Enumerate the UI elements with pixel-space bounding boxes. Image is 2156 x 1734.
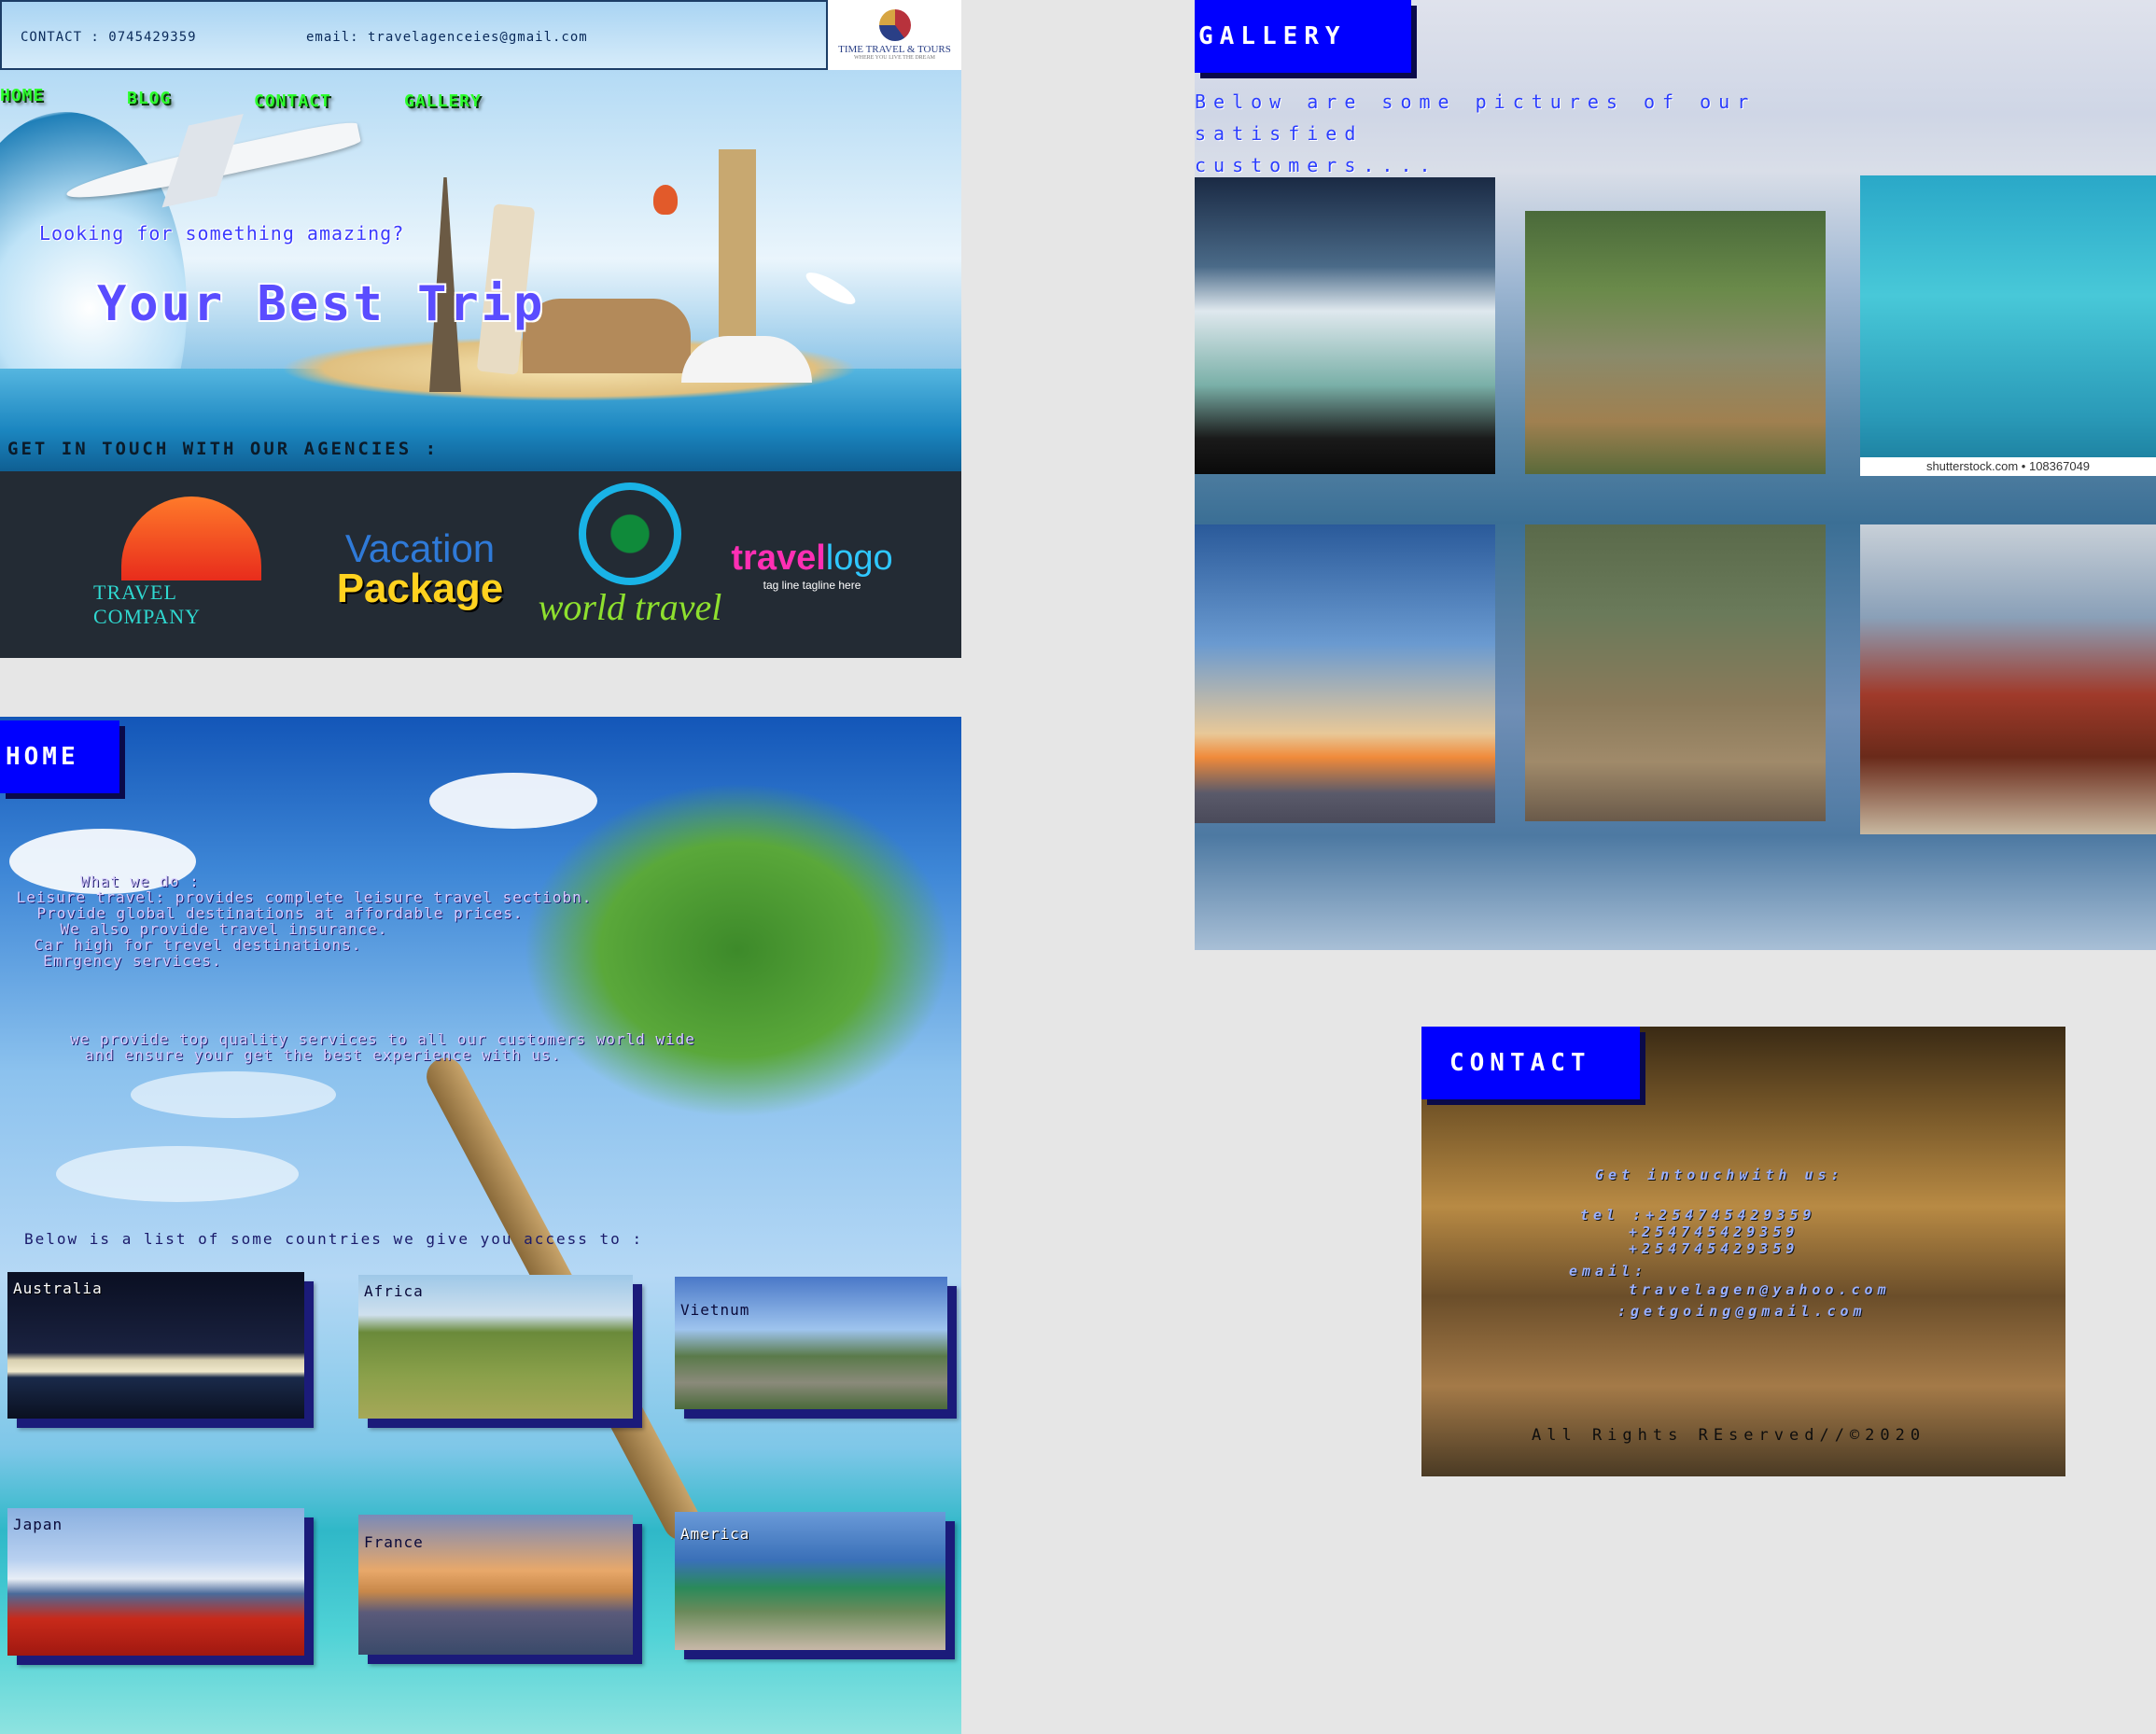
palm-leaves-graphic bbox=[523, 782, 952, 1118]
gallery-photo-safari[interactable] bbox=[1525, 211, 1826, 474]
colosseum-graphic bbox=[523, 299, 691, 373]
seagull-graphic bbox=[802, 267, 860, 310]
contact-badge-label: CONTACT bbox=[1449, 1049, 1591, 1077]
agency-travel-logo-tagline: tag line tagline here bbox=[763, 578, 861, 592]
countries-heading: Below is a list of some countries we giv… bbox=[24, 1230, 644, 1248]
shutterstock-watermark: shutterstock.com • 108367049 bbox=[1860, 457, 2156, 476]
contact-bar: CONTACT : 0745429359 email: travelagence… bbox=[0, 0, 828, 70]
agency-travel-logo-label: travellogo bbox=[731, 538, 892, 579]
balloon-graphic bbox=[653, 185, 678, 215]
agencies-strip: TRAVEL COMPANY Vacation Package world tr… bbox=[0, 471, 961, 658]
agency-travel-logo[interactable]: travellogo tag line tagline here bbox=[723, 509, 901, 621]
country-name: Japan bbox=[13, 1516, 63, 1533]
agency-travel-company[interactable]: TRAVEL COMPANY bbox=[93, 479, 289, 647]
country-card-america[interactable]: America bbox=[675, 1512, 945, 1650]
gallery-description: Below are some pictures of our satisfied… bbox=[1195, 86, 1904, 181]
quality-line-1: we provide top quality services to all o… bbox=[70, 1030, 695, 1048]
country-card-australia[interactable]: Australia bbox=[7, 1272, 304, 1419]
contact-tel-3[interactable]: +254745429359 bbox=[1629, 1240, 1799, 1257]
agency-vacation-label: Vacation bbox=[344, 526, 496, 570]
contact-email-label: email: bbox=[1569, 1263, 1648, 1280]
contact-tel-2[interactable]: +254745429359 bbox=[1629, 1224, 1799, 1240]
copyright-footer: All Rights REserved//©2020 bbox=[1532, 1426, 1926, 1445]
country-name: France bbox=[364, 1533, 424, 1551]
brand-logo[interactable]: TIME TRAVEL & TOURS WHERE YOU LIVE THE D… bbox=[828, 0, 961, 70]
country-card-africa[interactable]: Africa bbox=[358, 1275, 633, 1419]
hero-banner: CONTACT : 0745429359 email: travelagence… bbox=[0, 0, 961, 471]
home-section: HOME What we do : Leisure travel: provid… bbox=[0, 717, 961, 1734]
contact-email-2[interactable]: :getgoing@gmail.com bbox=[1617, 1303, 1867, 1320]
cloud-graphic bbox=[429, 773, 597, 829]
service-line: Provide global destinations at affordabl… bbox=[36, 904, 524, 922]
agency-travel-company-label: TRAVEL COMPANY bbox=[93, 580, 202, 628]
country-card-vietnum[interactable]: Vietnum bbox=[675, 1277, 947, 1409]
country-name: Australia bbox=[13, 1280, 103, 1297]
hero-title: Your Best Trip bbox=[97, 276, 546, 332]
hero-tagline: Looking for something amazing? bbox=[39, 222, 405, 245]
contact-section-badge: CONTACT bbox=[1421, 1027, 1640, 1099]
agency-world-travel-label: world travel bbox=[538, 585, 722, 628]
service-line: Leisure travel: provides complete leisur… bbox=[16, 888, 593, 906]
gallery-section-badge: GALLERY bbox=[1195, 0, 1411, 73]
contact-phone: CONTACT : 0745429359 bbox=[21, 30, 197, 45]
home-badge-label: HOME bbox=[6, 743, 79, 771]
logo-word: logo bbox=[825, 538, 893, 578]
sunset-mountain-icon bbox=[121, 496, 261, 580]
country-name: Vietnum bbox=[680, 1301, 750, 1319]
country-card-japan[interactable]: Japan bbox=[7, 1508, 304, 1656]
country-card-france[interactable]: France bbox=[358, 1515, 633, 1655]
gallery-photo-great-wall[interactable] bbox=[1525, 524, 1826, 821]
contact-email-1[interactable]: travelagen@yahoo.com bbox=[1629, 1281, 1891, 1298]
contact-section: CONTACT Get intouchwith us: tel :+254745… bbox=[1421, 1027, 2065, 1476]
brand-logo-subtitle: WHERE YOU LIVE THE DREAM bbox=[854, 55, 935, 61]
quality-line-2: and ensure your get the best experience … bbox=[84, 1046, 562, 1064]
gallery-badge-label: GALLERY bbox=[1198, 22, 1347, 50]
cloud-graphic bbox=[131, 1071, 336, 1118]
travel-word: travel bbox=[731, 538, 826, 578]
service-line: Emrgency services. bbox=[43, 952, 222, 970]
country-name: Africa bbox=[364, 1282, 424, 1300]
agency-package-label: Package bbox=[336, 566, 504, 611]
gallery-photo-masai[interactable] bbox=[1860, 524, 2156, 834]
agency-world-travel[interactable]: world travel bbox=[537, 471, 723, 639]
agencies-heading: GET IN TOUCH WITH OUR AGENCIES : bbox=[7, 439, 440, 459]
country-name: America bbox=[680, 1525, 750, 1543]
cloud-graphic bbox=[56, 1146, 299, 1202]
gallery-photo-eiffel[interactable] bbox=[1195, 524, 1495, 823]
gallery-description-line-2: customers.... bbox=[1195, 154, 1438, 176]
brand-logo-title: TIME TRAVEL & TOURS bbox=[838, 44, 951, 55]
nav-blog[interactable]: BLOG bbox=[127, 89, 171, 108]
mosque-icon bbox=[579, 482, 681, 585]
nav-gallery[interactable]: GALLERY bbox=[404, 91, 482, 111]
service-line: Car high for trevel destinations. bbox=[34, 936, 362, 954]
what-we-do-heading: What we do : bbox=[80, 873, 200, 890]
brand-logo-icon bbox=[878, 9, 911, 41]
gallery-section: GALLERY Below are some pictures of our s… bbox=[1195, 0, 2156, 950]
gallery-photo-dolphins[interactable]: shutterstock.com • 108367049 bbox=[1860, 175, 2156, 476]
gallery-photo-fountain[interactable] bbox=[1195, 177, 1495, 474]
contact-tel-1[interactable]: tel :+254745429359 bbox=[1580, 1207, 1816, 1224]
nav-home[interactable]: HOME bbox=[0, 86, 44, 105]
home-section-badge: HOME bbox=[0, 720, 119, 793]
contact-email[interactable]: email: travelagenceies@gmail.com bbox=[306, 30, 588, 45]
agency-vacation-package[interactable]: Vacation Package bbox=[317, 499, 523, 639]
gallery-description-line-1: Below are some pictures of our satisfied bbox=[1195, 91, 1757, 145]
service-line: We also provide travel insurance. bbox=[60, 920, 388, 938]
nav-contact[interactable]: CONTACT bbox=[254, 91, 331, 111]
contact-heading: Get intouchwith us: bbox=[1595, 1167, 1844, 1183]
